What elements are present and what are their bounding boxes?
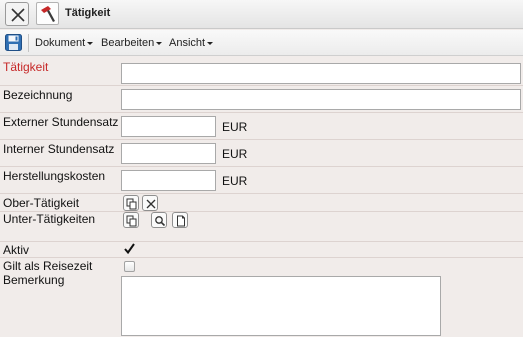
menubar: Dokument Bearbeiten Ansicht (0, 30, 523, 56)
unter-taetigkeiten-label: Unter-Tätigkeiten (3, 212, 96, 226)
bemerkung-label: Bemerkung (3, 273, 65, 287)
search-icon (155, 216, 166, 227)
row-ober-taetigkeit: Ober-Tätigkeit (0, 194, 523, 212)
row-bezeichnung: Bezeichnung (0, 86, 523, 113)
externer-stundensatz-label: Externer Stundensatz (3, 115, 119, 129)
menu-ansicht-label: Ansicht (169, 37, 206, 49)
ober-taetigkeit-clear-button[interactable] (142, 195, 158, 211)
bezeichnung-label: Bezeichnung (3, 88, 73, 102)
copy-icon (126, 215, 137, 227)
unter-taetigkeiten-search-button[interactable] (151, 212, 167, 228)
row-externer-stundensatz: Externer Stundensatz EUR (0, 113, 523, 140)
reisezeit-label: Gilt als Reisezeit (3, 259, 93, 273)
caret-down-icon (156, 41, 163, 45)
taetigkeit-form: Tätigkeit Bezeichnung Externer Stundensa… (0, 57, 523, 337)
floppy-disk-icon[interactable] (5, 34, 22, 51)
row-reisezeit: Gilt als Reisezeit (0, 258, 523, 274)
row-herstellungskosten: Herstellungskosten EUR (0, 167, 523, 194)
bezeichnung-input[interactable] (121, 89, 521, 110)
herstellungskosten-label: Herstellungskosten (3, 169, 106, 183)
window-title: Tätigkeit (65, 7, 111, 19)
caret-down-icon (87, 41, 94, 45)
interner-stundensatz-unit: EUR (222, 147, 248, 161)
caret-down-icon (207, 41, 214, 45)
close-x-icon (11, 8, 25, 22)
externer-stundensatz-input[interactable] (121, 116, 216, 137)
taetigkeit-input[interactable] (121, 63, 521, 84)
menu-separator (28, 34, 29, 52)
unter-taetigkeiten-new-button[interactable] (172, 212, 188, 228)
app-icon-box (36, 2, 59, 25)
row-aktiv: Aktiv (0, 242, 523, 258)
row-unter-taetigkeiten: Unter-Tätigkeiten (0, 212, 523, 242)
interner-stundensatz-label: Interner Stundensatz (3, 142, 115, 156)
menu-bearbeiten-label: Bearbeiten (101, 37, 155, 49)
row-taetigkeit: Tätigkeit (0, 57, 523, 86)
document-icon (177, 215, 185, 227)
menu-dokument-label: Dokument (35, 37, 86, 49)
taetigkeit-label: Tätigkeit (3, 60, 49, 74)
menu-bearbeiten[interactable]: Bearbeiten (101, 37, 163, 49)
window-titlebar: Tätigkeit (0, 0, 523, 29)
aktiv-checkbox[interactable] (123, 242, 136, 255)
menu-dokument[interactable]: Dokument (35, 37, 94, 49)
hammer-icon (41, 6, 55, 22)
unter-taetigkeiten-copy-button[interactable] (123, 212, 139, 228)
bemerkung-textarea[interactable] (121, 276, 441, 336)
menu-ansicht[interactable]: Ansicht (169, 37, 214, 49)
ober-taetigkeit-copy-button[interactable] (123, 195, 139, 211)
close-button[interactable] (5, 2, 29, 26)
copy-icon (126, 198, 137, 210)
herstellungskosten-input[interactable] (121, 170, 216, 191)
reisezeit-checkbox[interactable] (124, 261, 135, 272)
herstellungskosten-unit: EUR (222, 174, 248, 188)
clear-x-icon (146, 199, 156, 209)
aktiv-label: Aktiv (3, 243, 30, 257)
ober-taetigkeit-label: Ober-Tätigkeit (3, 196, 80, 210)
row-interner-stundensatz: Interner Stundensatz EUR (0, 140, 523, 167)
interner-stundensatz-input[interactable] (121, 143, 216, 164)
externer-stundensatz-unit: EUR (222, 120, 248, 134)
